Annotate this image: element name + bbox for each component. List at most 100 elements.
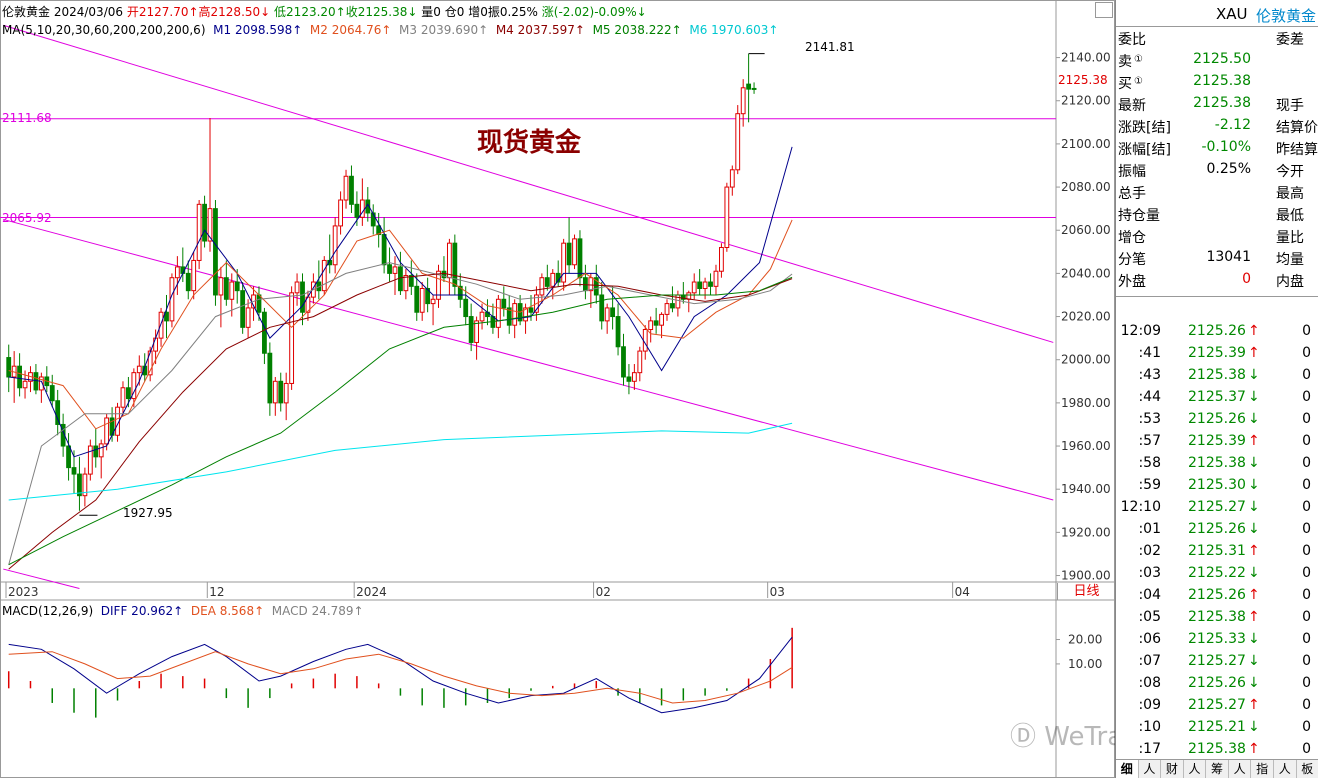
macd-legend: MACD(12,26,9) DIFF 20.962↑ DEA 8.568↑ MA… — [2, 604, 364, 618]
tick-row[interactable]: 12:09 2125.26 ↑ 0 — [1116, 321, 1318, 343]
tick-row[interactable]: :58 2125.38 ↓ 0 — [1116, 453, 1318, 475]
macd-diff-line — [8, 636, 793, 714]
tick-direction: ↓ — [1248, 521, 1260, 537]
panel-tabs: 细人财人筹人指人板 — [1116, 759, 1318, 778]
quote-label: 涨幅[结] — [1118, 142, 1171, 158]
candle-body — [452, 242, 458, 287]
tick-price: 2125.37 — [1188, 389, 1246, 405]
tick-price: 2125.33 — [1188, 631, 1246, 647]
tick-row[interactable]: :01 2125.26 ↓ 0 — [1116, 519, 1318, 541]
tick-row[interactable]: :53 2125.26 ↓ 0 — [1116, 409, 1318, 431]
candle-body — [343, 175, 349, 201]
candle-body — [746, 83, 752, 90]
tick-price: 2125.26 — [1188, 411, 1246, 427]
tick-time: :06 — [1138, 631, 1161, 647]
quote-value: -0.10% — [1201, 139, 1251, 155]
quote-row: 分笔 13041 均量 — [1116, 247, 1318, 269]
expand-panel-icon[interactable] — [1095, 2, 1113, 18]
tick-row[interactable]: :10 2125.21 ↓ 0 — [1116, 717, 1318, 739]
ma-m3-value: M3 2039.690↑ — [399, 23, 489, 37]
candle-body — [229, 281, 235, 300]
panel-header: XAU 伦敦黄金 — [1116, 0, 1318, 27]
tick-row[interactable]: :03 2125.22 ↓ 0 — [1116, 563, 1318, 585]
candle-body — [33, 372, 39, 391]
tick-row[interactable]: :08 2125.26 ↓ 0 — [1116, 673, 1318, 695]
tick-time: :07 — [1138, 653, 1161, 669]
tick-row[interactable]: :09 2125.27 ↑ 0 — [1116, 695, 1318, 717]
quote-value: 2125.38 — [1193, 73, 1251, 89]
panel-tab[interactable]: 人 — [1184, 760, 1207, 778]
high-annotation: 2141.81 — [805, 40, 855, 54]
candle-body — [419, 287, 425, 313]
panel-divider — [1116, 296, 1318, 297]
candle-body — [729, 169, 735, 188]
tick-row[interactable]: :07 2125.27 ↓ 0 — [1116, 651, 1318, 673]
tick-price: 2125.21 — [1188, 719, 1246, 735]
tick-time: :17 — [1138, 741, 1161, 757]
candle-body — [202, 203, 207, 242]
panel-tab[interactable]: 指 — [1251, 760, 1274, 778]
x-tick-label: 12 — [209, 585, 224, 599]
candle-body — [294, 281, 300, 294]
macd-hist-value: MACD 24.789↑ — [271, 604, 364, 618]
candle-body — [708, 281, 713, 287]
tick-row[interactable]: :44 2125.37 ↓ 0 — [1116, 387, 1318, 409]
tick-price: 2125.38 — [1188, 741, 1246, 757]
period-button[interactable]: 日线 — [1057, 583, 1115, 600]
tick-row[interactable]: :57 2125.39 ↑ 0 — [1116, 431, 1318, 453]
tick-volume: 0 — [1302, 741, 1311, 757]
candle-body — [240, 290, 246, 328]
quote-label: 分笔 — [1118, 252, 1146, 268]
candle-body — [174, 266, 180, 279]
tick-row[interactable]: :59 2125.30 ↓ 0 — [1116, 475, 1318, 497]
tick-row[interactable]: :04 2125.26 ↑ 0 — [1116, 585, 1318, 607]
candle-body — [735, 113, 741, 171]
tick-direction: ↑ — [1248, 345, 1260, 361]
tick-row[interactable]: 12:10 2125.27 ↓ 0 — [1116, 497, 1318, 519]
macd-params: MACD(12,26,9) — [2, 604, 94, 618]
tick-row[interactable]: :06 2125.33 ↓ 0 — [1116, 629, 1318, 651]
tick-volume: 0 — [1302, 697, 1311, 713]
tick-volume: 0 — [1302, 367, 1311, 383]
chart-area[interactable]: 2140.00 2120.00 2100.00 2080.00 2060.00 2040.… — [0, 0, 1260, 778]
tick-row[interactable]: :02 2125.31 ↑ 0 — [1116, 541, 1318, 563]
trend-line-lower-channel — [3, 218, 1054, 501]
candle-body — [349, 175, 354, 205]
level-2111-label: 2111.68 — [2, 111, 52, 125]
tick-volume: 0 — [1302, 719, 1311, 735]
tick-row[interactable]: :41 2125.39 ↑ 0 — [1116, 343, 1318, 365]
kline-chart[interactable]: 2140.00 2120.00 2100.00 2080.00 2060.00 2040.… — [0, 0, 1115, 778]
tick-row[interactable]: :17 2125.38 ↑ 0 — [1116, 739, 1318, 761]
candle-body — [158, 311, 164, 339]
ma-line-m4 — [8, 272, 793, 570]
panel-tab[interactable]: 细 — [1116, 760, 1139, 778]
tick-row[interactable]: :05 2125.38 ↑ 0 — [1116, 607, 1318, 629]
quote-row: 持仓量 最低 — [1116, 203, 1318, 225]
panel-tab[interactable]: 财 — [1161, 760, 1184, 778]
panel-tab[interactable]: 人 — [1229, 760, 1252, 778]
candle-body — [66, 445, 71, 469]
quote-label-right: 均量 — [1276, 252, 1304, 268]
panel-tab[interactable]: 人 — [1274, 760, 1297, 778]
ma-m5-value: M5 2038.222↑ — [592, 23, 682, 37]
panel-tab[interactable]: 板 — [1297, 760, 1318, 778]
tick-direction: ↑ — [1248, 741, 1260, 757]
tick-price: 2125.30 — [1188, 477, 1246, 493]
candle-body — [272, 380, 278, 404]
quote-label: 最新 — [1118, 98, 1146, 114]
quote-label-right: 委差 — [1276, 32, 1304, 48]
close-value: 收2125.38↓ — [345, 5, 418, 19]
tick-volume: 0 — [1302, 609, 1311, 625]
candle-body — [321, 259, 327, 292]
ohlc-header: 伦敦黄金 2024/03/06 开2127.70↑高2128.50↓ 低2123… — [2, 3, 647, 20]
quote-row: 总手 最高 — [1116, 181, 1318, 203]
tick-volume: 0 — [1302, 433, 1311, 449]
quote-row: 增仓 量比 — [1116, 225, 1318, 247]
tick-time: :05 — [1138, 609, 1161, 625]
tick-direction: ↓ — [1248, 389, 1260, 405]
tick-price: 2125.27 — [1188, 697, 1246, 713]
tick-direction: ↓ — [1248, 719, 1260, 735]
panel-tab[interactable]: 筹 — [1206, 760, 1229, 778]
tick-row[interactable]: :43 2125.38 ↓ 0 — [1116, 365, 1318, 387]
panel-tab[interactable]: 人 — [1139, 760, 1162, 778]
